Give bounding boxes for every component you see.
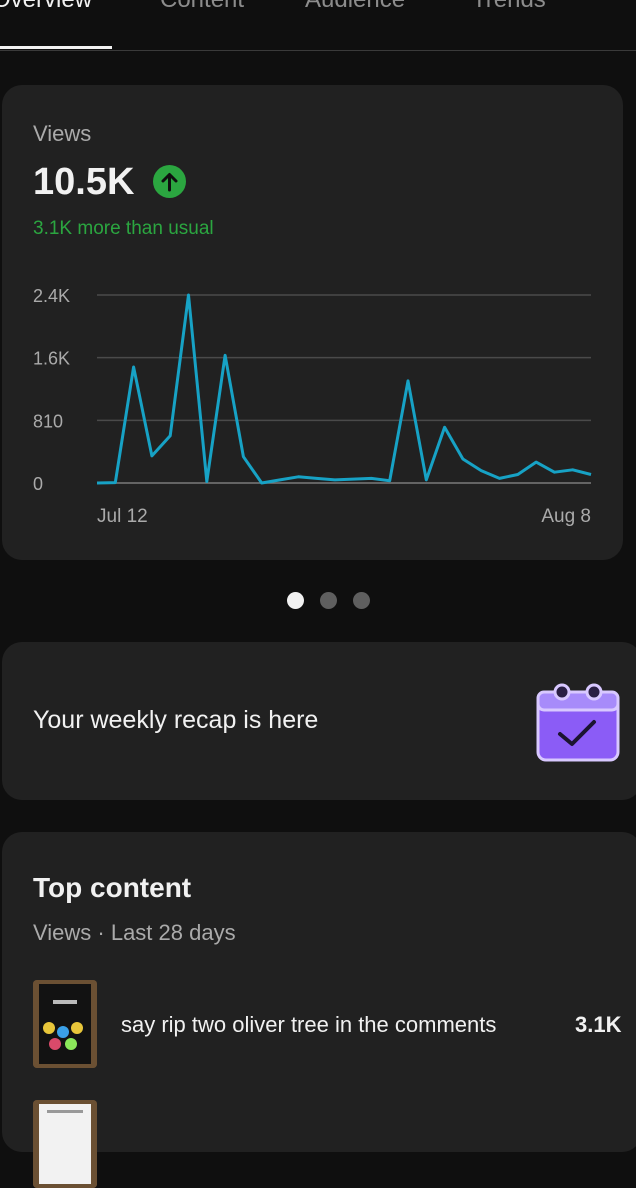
pager-dot[interactable] [320, 592, 337, 609]
video-thumbnail[interactable] [33, 980, 97, 1068]
tab-bar: Overview Content Audience Trends [0, 0, 636, 51]
pager-dot-active[interactable] [287, 592, 304, 609]
top-content-title: Top content [33, 872, 192, 903]
video-title[interactable]: say rip two oliver tree in the comments [121, 1012, 496, 1038]
video-thumbnail[interactable] [33, 1100, 97, 1188]
y-tick-label: 2.4K [33, 286, 70, 306]
x-tick-label: Jul 12 [97, 506, 148, 527]
top-content-subtitle: Views · Last 28 days [33, 920, 236, 945]
carousel-pager [287, 592, 377, 610]
tab-overview[interactable]: Overview [0, 0, 92, 14]
pager-dot[interactable] [353, 592, 370, 609]
weekly-recap-card[interactable]: Your weekly recap is here [2, 642, 636, 800]
tab-content[interactable]: Content [160, 0, 244, 14]
top-content-card: Top content Views · Last 28 days say rip… [2, 832, 636, 1188]
calendar-check-icon [532, 682, 624, 769]
y-tick-label: 0 [33, 474, 43, 494]
y-tick-label: 810 [33, 411, 63, 431]
y-tick-label: 1.6K [33, 349, 70, 369]
views-card[interactable]: Views 10.5K 3.1K more than usual 2.4K 1.6… [2, 85, 623, 560]
video-views: 3.1K [575, 1012, 622, 1037]
tab-audience[interactable]: Audience [305, 0, 405, 14]
x-tick-label: Aug 8 [541, 506, 591, 527]
active-tab-indicator [0, 46, 112, 49]
tab-trends[interactable]: Trends [472, 0, 546, 14]
views-series-line [96, 293, 592, 485]
recap-text: Your weekly recap is here [33, 706, 319, 734]
views-line-chart: 2.4K 1.6K 810 0 Jul 12 Aug 8 [33, 286, 592, 527]
